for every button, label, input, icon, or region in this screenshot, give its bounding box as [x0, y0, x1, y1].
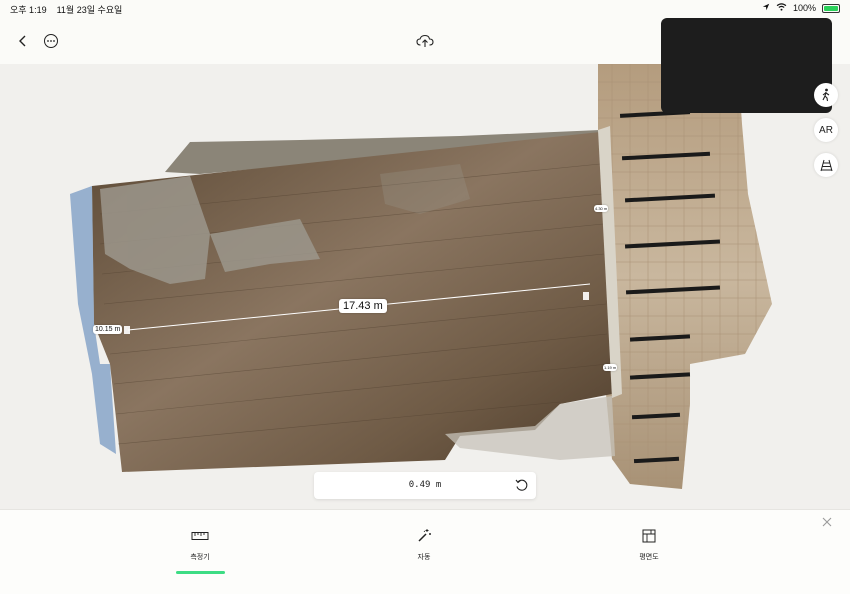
tab-label: 측정기: [190, 554, 210, 561]
side-toolbar: AR: [814, 83, 838, 177]
tab-label: 평면도: [639, 554, 659, 561]
status-right: 100%: [762, 3, 840, 13]
measurement-label-width[interactable]: 10.15 m: [93, 325, 123, 334]
battery-level: [824, 5, 838, 11]
measurement-endpoint-left[interactable]: [124, 326, 130, 334]
dimension-panel: 0.49 m: [314, 472, 536, 499]
tab-auto[interactable]: 자동: [379, 528, 469, 562]
location-arrow-icon: [762, 3, 770, 13]
status-date: 11월 23일 수요일: [56, 5, 123, 15]
status-bar: 오후 1:19 11월 23일 수요일 100%: [0, 0, 850, 18]
battery-charging-icon: [822, 3, 840, 13]
cloud-upload-icon[interactable]: [414, 30, 436, 52]
perspective-icon[interactable]: [814, 153, 838, 177]
measurement-label-wall-b[interactable]: 1.19 m: [603, 364, 618, 371]
tab-label: 자동: [417, 554, 431, 561]
status-left: 오후 1:19 11월 23일 수요일: [10, 3, 122, 16]
back-chevron-icon[interactable]: [12, 30, 34, 52]
measurement-label-wall-a[interactable]: 4.30 m: [594, 205, 609, 212]
close-icon[interactable]: [821, 515, 833, 527]
ar-button[interactable]: AR: [814, 118, 838, 142]
ruler-icon: [191, 528, 209, 544]
magic-wand-icon: [415, 528, 433, 544]
walk-icon[interactable]: [814, 83, 838, 107]
floorplan-icon: [640, 528, 658, 544]
reset-rotate-icon[interactable]: [514, 478, 529, 493]
more-ellipsis-icon[interactable]: [40, 30, 62, 52]
measurement-endpoint-right[interactable]: [583, 292, 589, 300]
room-scan-model: [70, 64, 772, 489]
picture-in-picture-overlay[interactable]: [661, 18, 832, 113]
wifi-icon: [776, 3, 787, 13]
bottom-tab-panel: 측정기 자동 평면도: [0, 509, 850, 594]
status-time: 오후 1:19: [10, 5, 47, 15]
hallway-tiles: [598, 64, 772, 489]
selected-tab-indicator: [176, 571, 225, 574]
dimension-value: 0.49 m: [408, 480, 442, 490]
scan-canvas[interactable]: 17.43 m 10.15 m 4.30 m 1.19 m: [0, 64, 850, 509]
tab-measure[interactable]: 측정기: [155, 528, 245, 562]
tab-floorplan[interactable]: 평면도: [604, 528, 694, 562]
measurement-label-length[interactable]: 17.43 m: [339, 299, 387, 313]
battery-percent: 100%: [792, 3, 816, 13]
